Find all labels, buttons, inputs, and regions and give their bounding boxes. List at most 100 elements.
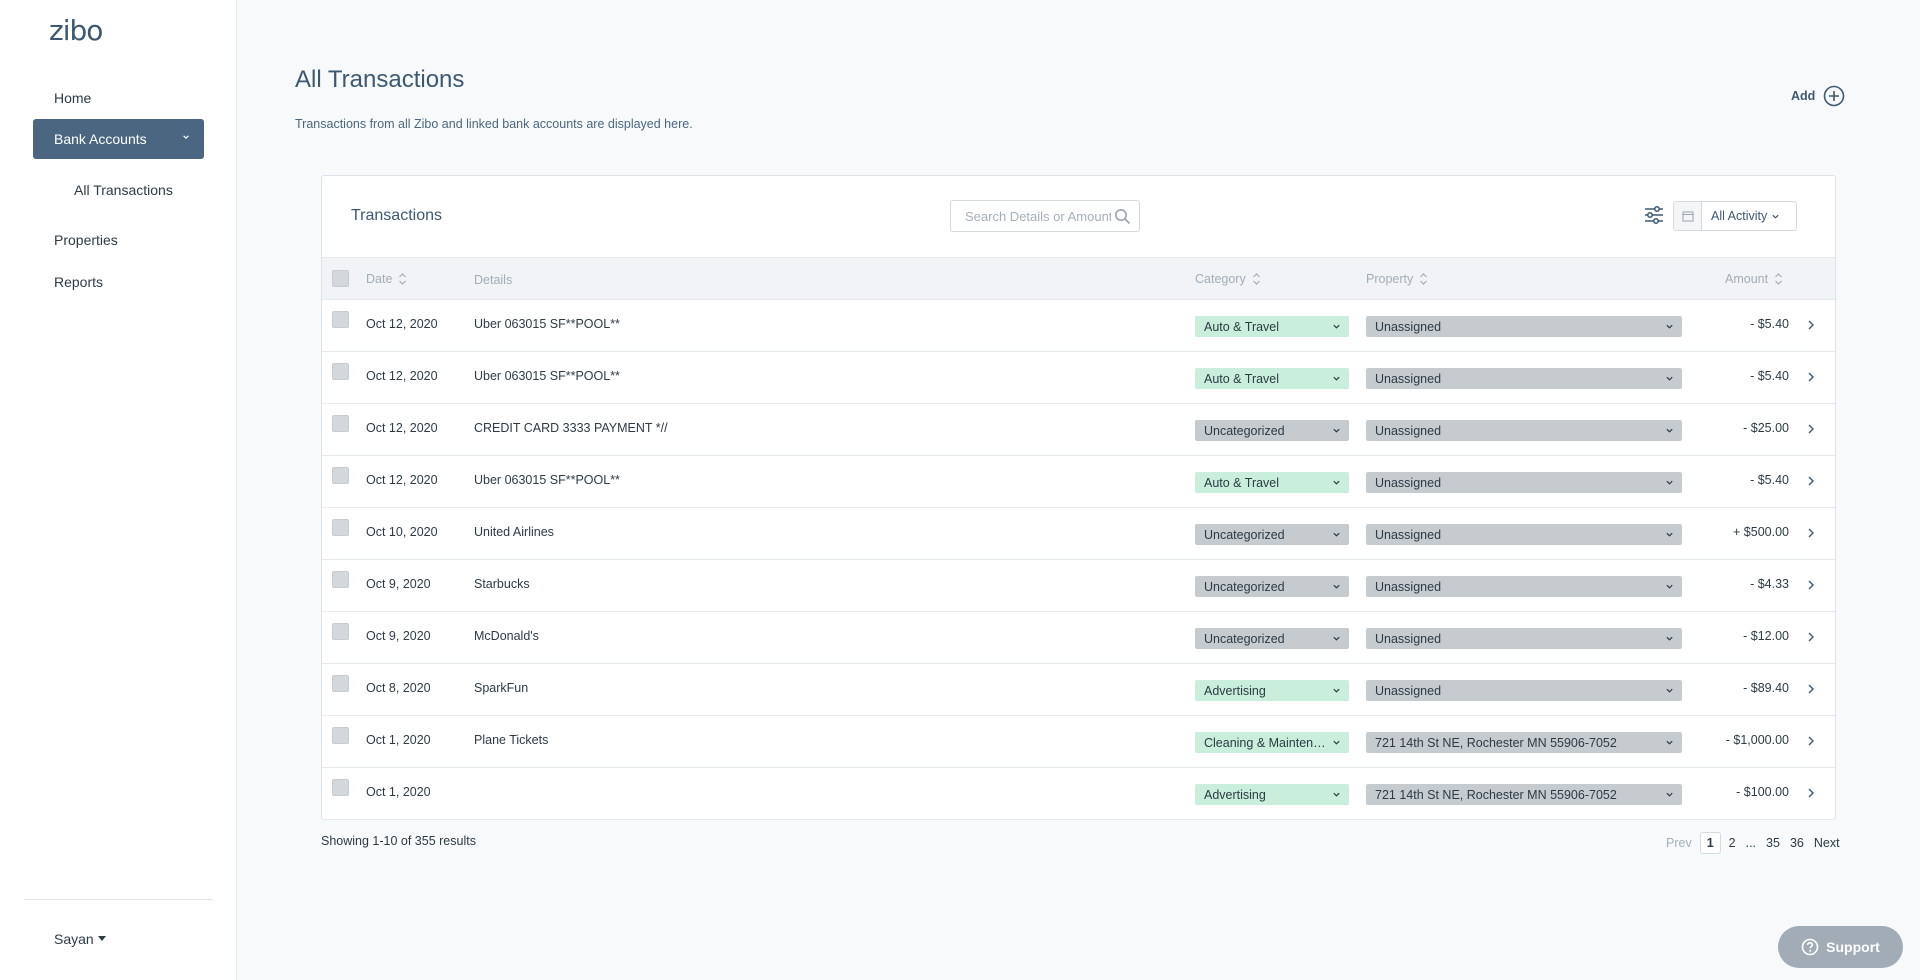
chevron-right-icon[interactable] [1807,319,1815,331]
chevron-down-icon [1666,376,1673,381]
property-select[interactable]: Unassigned [1366,576,1682,597]
category-select[interactable]: Auto & Travel [1195,472,1349,493]
row-details: Uber 063015 SF**POOL** [474,317,620,331]
chevron-right-icon[interactable] [1807,371,1815,383]
column-category[interactable]: Category [1195,271,1261,287]
property-select[interactable]: 721 14th St NE, Rochester MN 55906-7052 [1366,784,1682,805]
chevron-right-icon[interactable] [1807,787,1815,799]
category-select[interactable]: Advertising [1195,680,1349,701]
sidebar-item-bank-accounts[interactable]: Bank Accounts [33,119,204,159]
chevron-right-icon[interactable] [1807,475,1815,487]
results-count: Showing 1-10 of 355 results [321,834,476,848]
property-select[interactable]: Unassigned [1366,680,1682,701]
table-row[interactable]: Oct 12, 2020 Uber 063015 SF**POOL** Auto &… [322,352,1835,404]
row-amount: - $89.40 [1743,681,1789,695]
chevron-down-icon [1666,792,1673,797]
row-details: Uber 063015 SF**POOL** [474,369,620,383]
category-value: Uncategorized [1204,423,1285,438]
property-select[interactable]: Unassigned [1366,368,1682,389]
search-icon[interactable] [1114,208,1131,225]
column-date[interactable]: Date [366,271,407,287]
chevron-down-icon [1333,688,1340,693]
row-checkbox[interactable] [332,779,349,796]
column-amount[interactable]: Amount [1725,271,1783,287]
row-checkbox[interactable] [332,363,349,380]
row-checkbox[interactable] [332,519,349,536]
chevron-right-icon[interactable] [1807,631,1815,643]
table-row[interactable]: Oct 10, 2020 United Airlines Uncategorized… [322,508,1835,560]
page-2-button[interactable]: 2 [1724,833,1741,853]
chevron-right-icon[interactable] [1807,579,1815,591]
support-button[interactable]: Support [1778,926,1903,968]
table-row[interactable]: Oct 12, 2020 CREDIT CARD 3333 PAYMENT *//… [322,404,1835,456]
chevron-down-icon [1666,428,1673,433]
row-checkbox[interactable] [332,727,349,744]
page-36-button[interactable]: 36 [1785,833,1809,853]
chevron-right-icon[interactable] [1807,423,1815,435]
property-select[interactable]: Unassigned [1366,524,1682,545]
table-row[interactable]: Oct 12, 2020 Uber 063015 SF**POOL** Auto &… [322,300,1835,352]
category-select[interactable]: Auto & Travel [1195,368,1349,389]
property-select[interactable]: Unassigned [1366,420,1682,441]
sidebar-item-reports[interactable]: Reports [54,274,103,290]
caret-down-icon [97,935,106,941]
category-select[interactable]: Advertising [1195,784,1349,805]
add-button[interactable]: Add [1791,85,1845,107]
row-date: Oct 9, 2020 [366,577,431,591]
filter-sliders-icon[interactable] [1644,206,1664,224]
search-input[interactable] [951,201,1111,231]
table-row[interactable]: Oct 1, 2020 Plane Tickets Cleaning & Maint… [322,716,1835,768]
sidebar-item-home[interactable]: Home [54,90,91,106]
row-checkbox[interactable] [332,675,349,692]
chevron-right-icon[interactable] [1807,683,1815,695]
category-select[interactable]: Uncategorized [1195,576,1349,597]
page-1-button[interactable]: 1 [1699,832,1721,854]
next-page-button[interactable]: Next [1809,833,1845,853]
sidebar-item-all-transactions[interactable]: All Transactions [74,182,173,198]
column-property[interactable]: Property [1366,271,1428,287]
row-checkbox[interactable] [332,623,349,640]
category-select[interactable]: Cleaning & Maintenance [1195,732,1349,753]
table-row[interactable]: Oct 9, 2020 Starbucks Uncategorized Unassig… [322,560,1835,612]
sidebar-item-properties[interactable]: Properties [54,232,118,248]
row-checkbox[interactable] [332,311,349,328]
row-checkbox[interactable] [332,467,349,484]
table-row[interactable]: Oct 9, 2020 McDonald's Uncategorized Unassi… [322,612,1835,664]
calendar-icon[interactable] [1674,202,1702,230]
property-select[interactable]: Unassigned [1366,472,1682,493]
property-value: Unassigned [1375,423,1442,438]
table-row[interactable]: Oct 12, 2020 Uber 063015 SF**POOL** Auto &… [322,456,1835,508]
row-date: Oct 12, 2020 [366,421,438,435]
property-value: 721 14th St NE, Rochester MN 55906-7052 [1375,735,1617,750]
row-amount: - $4.33 [1750,577,1789,591]
property-value: Unassigned [1375,475,1442,490]
category-value: Auto & Travel [1204,319,1280,334]
logo[interactable]: zibo [49,14,103,47]
table-row[interactable]: Oct 8, 2020 SparkFun Advertising Unassigned… [322,664,1835,716]
property-select[interactable]: 721 14th St NE, Rochester MN 55906-7052 [1366,732,1682,753]
row-details: Uber 063015 SF**POOL** [474,473,620,487]
page-35-button[interactable]: 35 [1761,833,1785,853]
property-select[interactable]: Unassigned [1366,628,1682,649]
row-date: Oct 1, 2020 [366,733,431,747]
chevron-right-icon[interactable] [1807,527,1815,539]
property-select[interactable]: Unassigned [1366,316,1682,337]
table-row[interactable]: Oct 1, 2020 Advertising 721 14th St NE, Ro… [322,768,1835,820]
chevron-down-icon [1666,480,1673,485]
select-all-checkbox[interactable] [332,270,349,287]
page-subtitle: Transactions from all Zibo and linked ba… [295,117,693,131]
row-amount: + $500.00 [1733,525,1789,539]
column-details-label: Details [474,273,513,287]
category-select[interactable]: Uncategorized [1195,524,1349,545]
row-checkbox[interactable] [332,571,349,588]
category-select[interactable]: Auto & Travel [1195,316,1349,337]
table-header: Date Details Category Property Amount [322,257,1835,300]
user-menu[interactable]: Sayan [54,931,106,947]
prev-page-button[interactable]: Prev [1661,833,1697,853]
chevron-down-icon [1333,740,1340,745]
row-checkbox[interactable] [332,415,349,432]
chevron-right-icon[interactable] [1807,735,1815,747]
category-select[interactable]: Uncategorized [1195,420,1349,441]
activity-dropdown[interactable]: All Activity [1673,201,1797,231]
category-select[interactable]: Uncategorized [1195,628,1349,649]
